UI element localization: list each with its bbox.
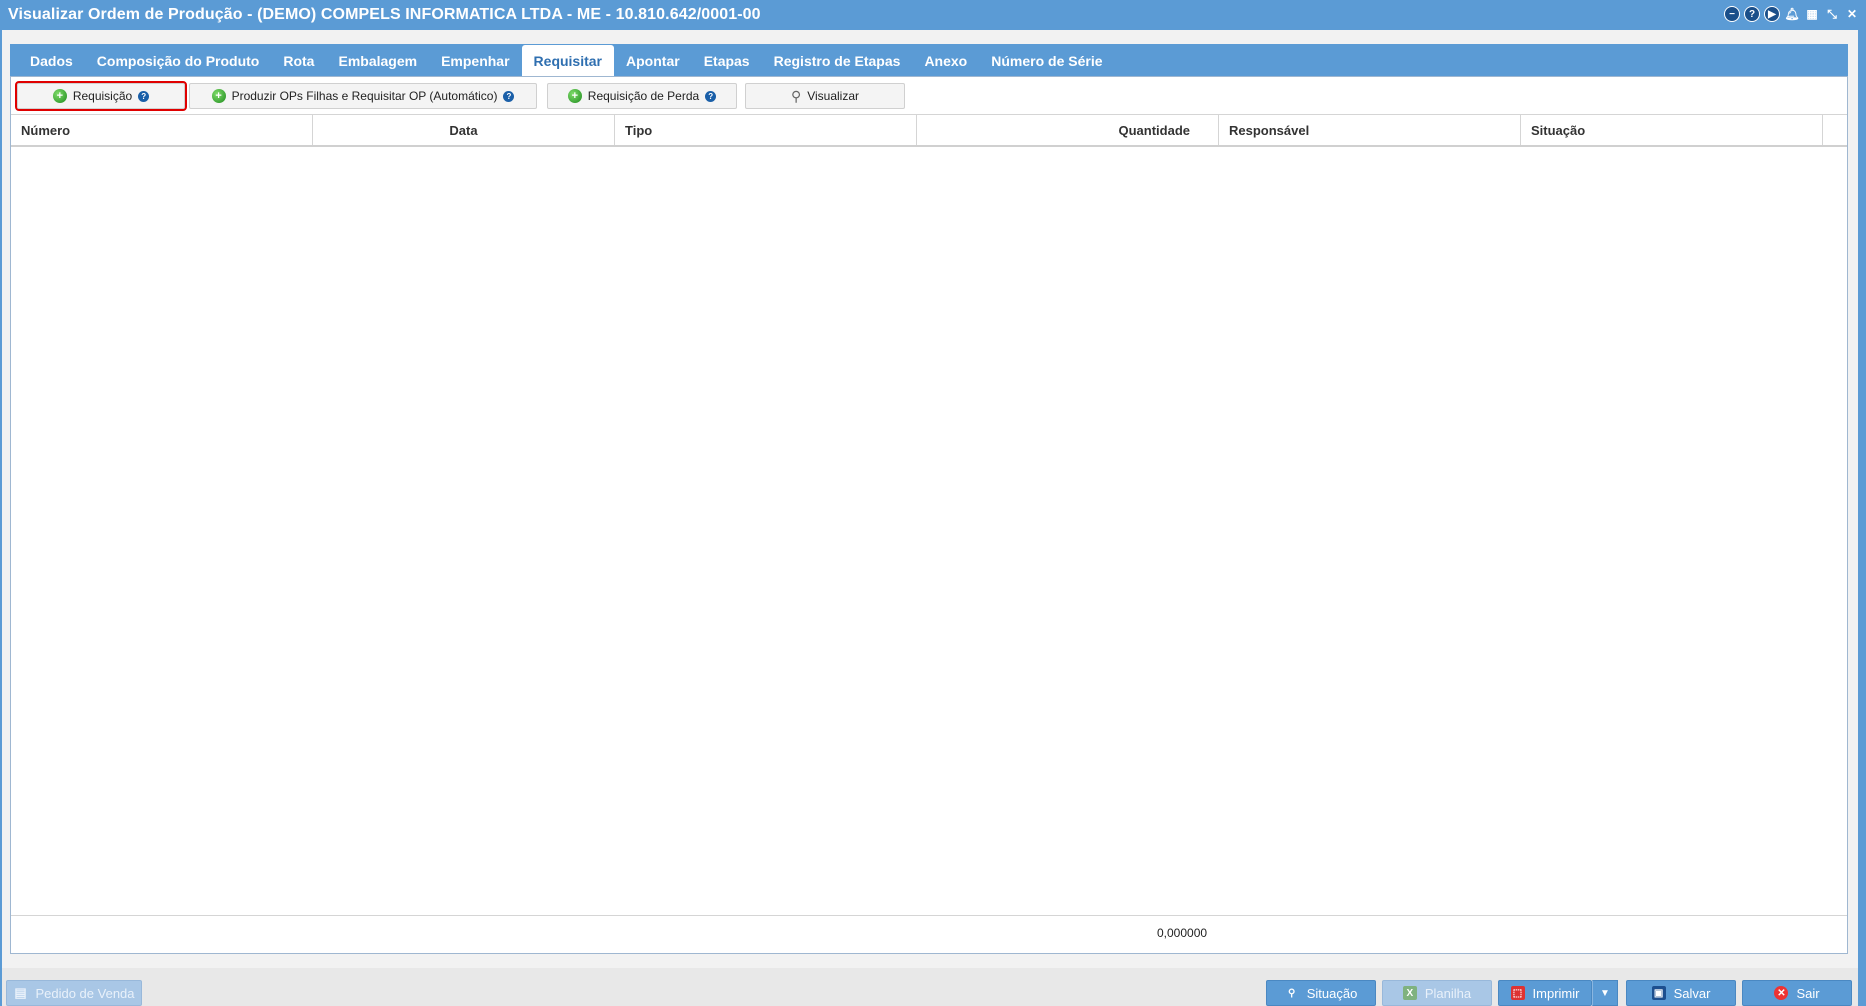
perda-label: Requisição de Perda xyxy=(587,89,700,103)
save-icon: ▣ xyxy=(1651,986,1666,1000)
planilha-label: Planilha xyxy=(1424,985,1472,1001)
imprimir-button[interactable]: ⬚ Imprimir xyxy=(1498,980,1592,1006)
requisicao-button[interactable]: + Requisição ? xyxy=(15,81,187,111)
tab-embalagem[interactable]: Embalagem xyxy=(326,46,429,76)
magnifier-icon: ⚲ xyxy=(790,87,802,104)
column-header-quantidade[interactable]: Quantidade xyxy=(917,115,1219,145)
chevron-down-icon: ▼ xyxy=(1600,987,1610,999)
column-header-numero[interactable]: Número xyxy=(11,115,313,145)
help-icon[interactable]: ? xyxy=(138,90,150,102)
pedido-venda-label: Pedido de Venda xyxy=(35,985,135,1001)
bottom-action-bar: ▤ Pedido de Venda ⚲ Situação X Planilha … xyxy=(2,968,1858,1006)
help-icon[interactable]: ? xyxy=(705,90,717,102)
total-quantidade: 0,000000 xyxy=(1157,926,1208,940)
salvar-button[interactable]: ▣ Salvar xyxy=(1626,980,1736,1006)
tab-etapas[interactable]: Etapas xyxy=(692,46,762,76)
tab-registro-etapas[interactable]: Registro de Etapas xyxy=(762,46,913,76)
tab-bar: Dados Composição do Produto Rota Embalag… xyxy=(10,44,1848,77)
tab-numero-serie[interactable]: Número de Série xyxy=(979,46,1114,76)
column-header-data[interactable]: Data xyxy=(313,115,615,145)
help-icon[interactable]: ? xyxy=(1744,6,1760,22)
pdf-icon: ⬚ xyxy=(1510,986,1525,1000)
produzir-ops-filhas-button[interactable]: + Produzir OPs Filhas e Requisitar OP (A… xyxy=(189,83,537,109)
planilha-button[interactable]: X Planilha xyxy=(1382,980,1492,1006)
situacao-label: Situação xyxy=(1306,985,1358,1001)
tab-apontar[interactable]: Apontar xyxy=(614,46,692,76)
table-body[interactable] xyxy=(11,147,1847,915)
add-icon: + xyxy=(52,89,67,103)
table-header: Número Data Tipo Quantidade Responsável … xyxy=(11,115,1847,147)
produzir-label: Produzir OPs Filhas e Requisitar OP (Aut… xyxy=(231,89,498,103)
column-header-tipo[interactable]: Tipo xyxy=(615,115,917,145)
sair-label: Sair xyxy=(1796,985,1820,1001)
tab-rota[interactable]: Rota xyxy=(271,46,326,76)
requisitar-panel: + Requisição ? + Produzir OPs Filhas e R… xyxy=(10,76,1848,954)
pedido-venda-button[interactable]: ▤ Pedido de Venda xyxy=(6,980,142,1006)
tab-dados[interactable]: Dados xyxy=(18,46,85,76)
tab-composicao-produto[interactable]: Composição do Produto xyxy=(85,46,272,76)
window-controls: − ? ▶ 🔔︎ ▦ ⤡ ✕ xyxy=(1724,6,1860,22)
help-icon[interactable]: ? xyxy=(503,90,515,102)
sales-order-icon: ▤ xyxy=(14,985,27,1000)
window-titlebar: Visualizar Ordem de Produção - (DEMO) CO… xyxy=(0,0,1866,30)
play-icon[interactable]: ▶ xyxy=(1764,6,1780,22)
add-icon: + xyxy=(567,89,582,103)
column-header-responsavel[interactable]: Responsável xyxy=(1219,115,1521,145)
imprimir-dropdown-button[interactable]: ▼ xyxy=(1592,980,1618,1006)
bell-icon[interactable]: 🔔︎ xyxy=(1784,6,1800,22)
table-footer: 0,000000 xyxy=(11,915,1847,953)
tab-requisitar[interactable]: Requisitar xyxy=(521,45,615,77)
spreadsheet-icon: X xyxy=(1402,986,1417,1000)
requisicao-label: Requisição xyxy=(72,89,133,103)
column-header-situacao[interactable]: Situação xyxy=(1521,115,1823,145)
calendar-icon[interactable]: ▦ xyxy=(1804,6,1820,22)
visualizar-label: Visualizar xyxy=(807,89,860,103)
minimize-icon[interactable]: − xyxy=(1724,6,1740,22)
tab-empenhar[interactable]: Empenhar xyxy=(429,46,521,76)
action-toolbar: + Requisição ? + Produzir OPs Filhas e R… xyxy=(11,77,1847,115)
column-header-spacer xyxy=(1823,115,1847,145)
tab-anexo[interactable]: Anexo xyxy=(912,46,979,76)
close-icon[interactable]: ✕ xyxy=(1844,6,1860,22)
sair-button[interactable]: ✕ Sair xyxy=(1742,980,1852,1006)
magnifier-icon: ⚲ xyxy=(1288,987,1296,999)
exit-icon: ✕ xyxy=(1774,986,1789,1000)
add-icon: + xyxy=(211,89,226,103)
salvar-label: Salvar xyxy=(1673,985,1711,1001)
imprimir-label: Imprimir xyxy=(1532,985,1580,1001)
visualizar-button[interactable]: ⚲ Visualizar xyxy=(745,83,905,109)
compress-icon[interactable]: ⤡ xyxy=(1824,6,1840,22)
window-frame: Dados Composição do Produto Rota Embalag… xyxy=(0,30,1866,1006)
window-body: Dados Composição do Produto Rota Embalag… xyxy=(2,30,1858,1006)
requisicao-perda-button[interactable]: + Requisição de Perda ? xyxy=(547,83,737,109)
window-title: Visualizar Ordem de Produção - (DEMO) CO… xyxy=(8,6,761,23)
situacao-button[interactable]: ⚲ Situação xyxy=(1266,980,1376,1006)
